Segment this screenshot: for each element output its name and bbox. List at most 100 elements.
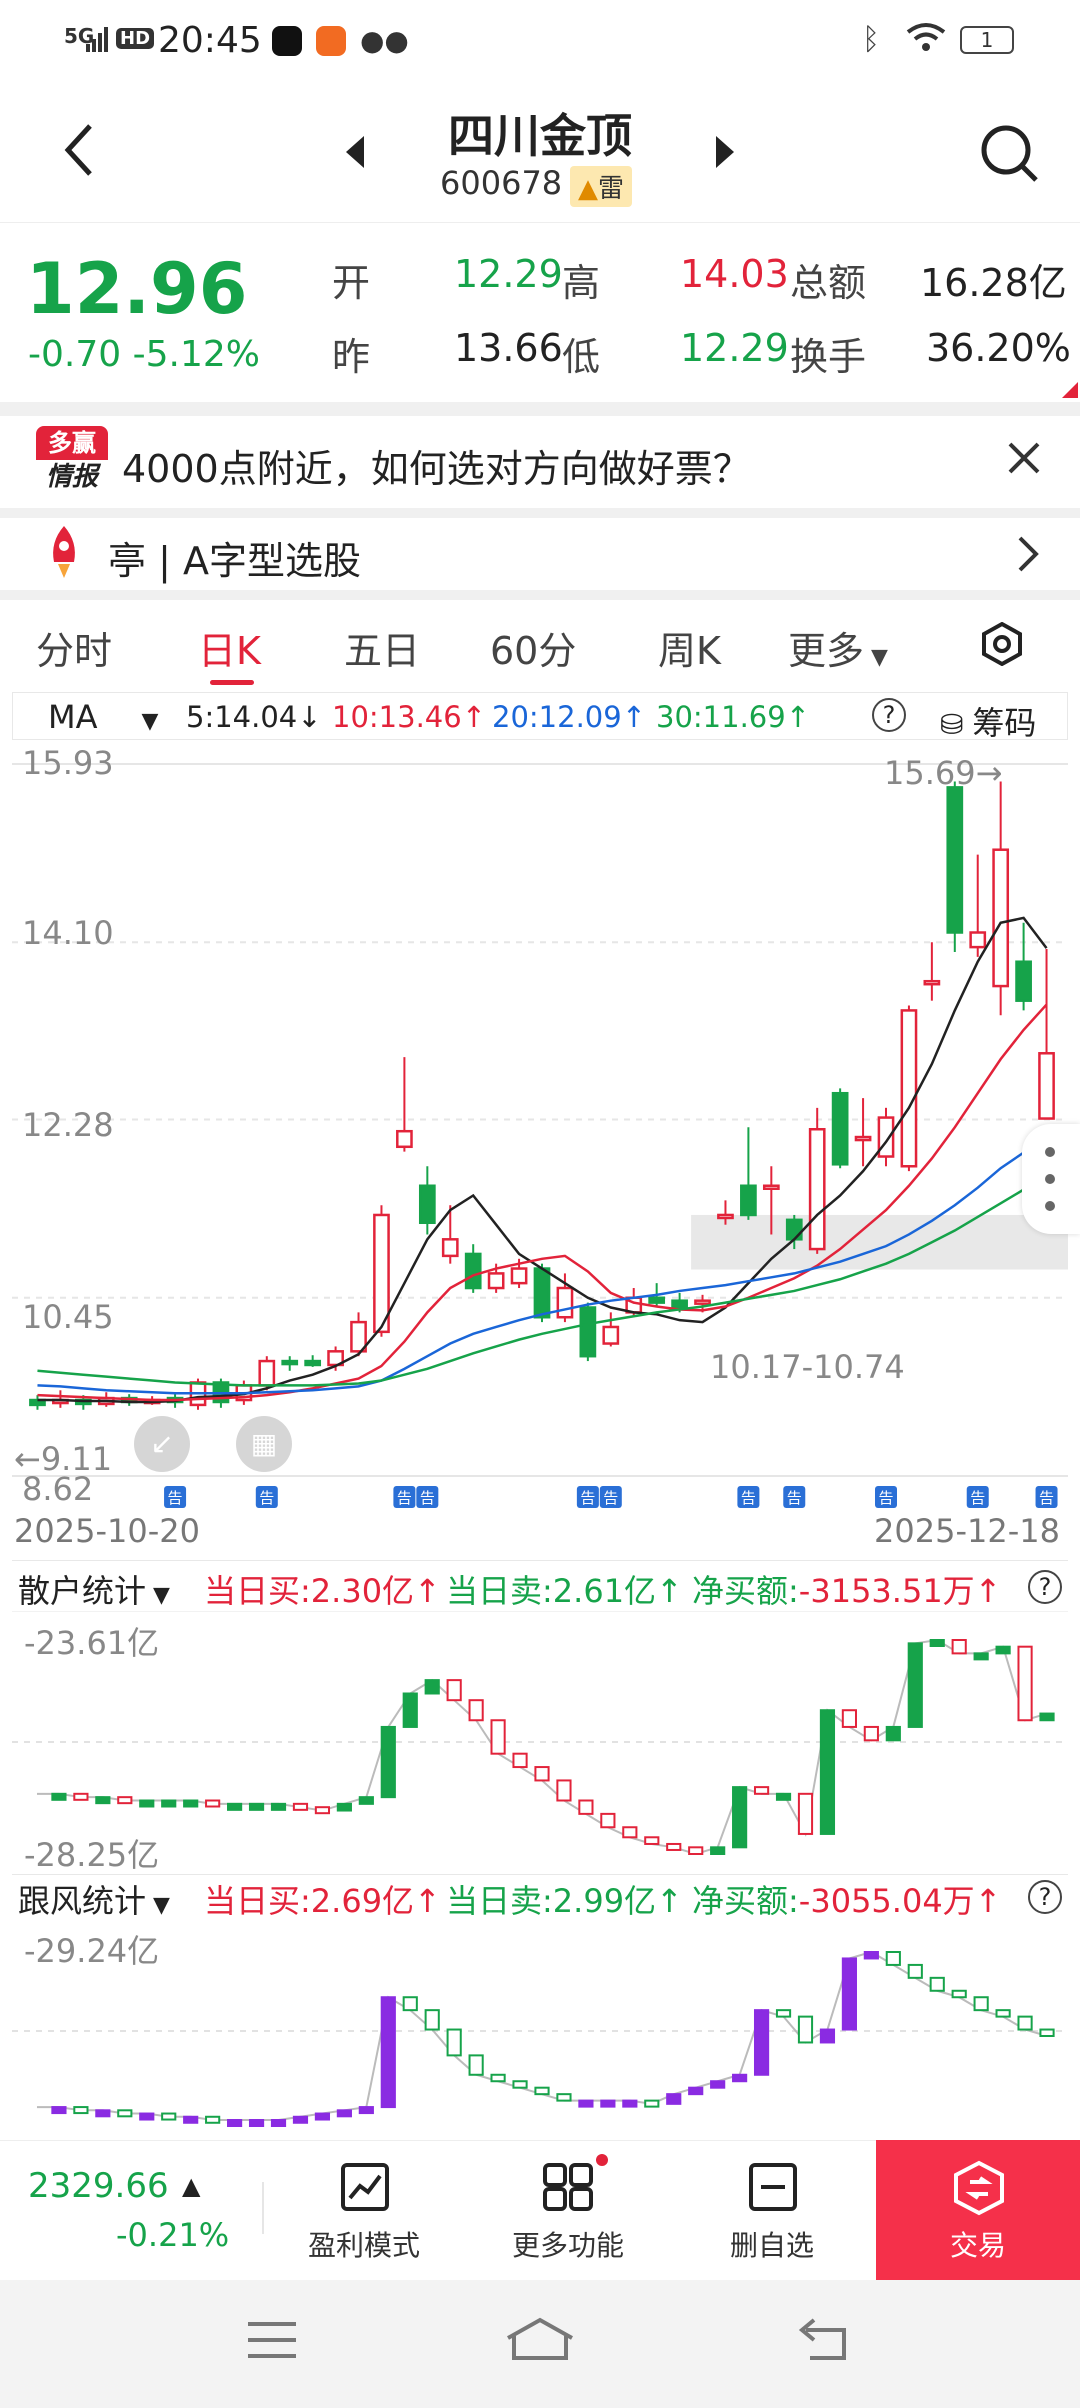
next-stock-icon[interactable] <box>712 134 736 174</box>
y-tick-4: 10.45 <box>22 1298 114 1336</box>
candle-body <box>373 1213 390 1334</box>
help-icon[interactable]: ? <box>1028 1570 1062 1604</box>
risk-badge[interactable]: ▲雷 <box>570 166 633 207</box>
retail-sell: 当日卖:2.61亿↑ <box>446 1566 683 1612</box>
separator <box>0 508 1080 518</box>
more-features-button[interactable]: 更多功能 <box>478 2154 658 2264</box>
up-arrow-icon: ▲ <box>182 2172 201 2200</box>
tab-timeshare[interactable]: 分时 <box>36 620 112 675</box>
stat-bar <box>424 1679 440 1695</box>
stat-bar <box>248 1802 265 1811</box>
stat-bar <box>578 1799 594 1815</box>
app-icon-1 <box>272 26 302 56</box>
help-icon[interactable]: ? <box>872 698 906 732</box>
ma10-legend: 10:13.46↑ <box>332 700 486 734</box>
battery-icon: 1 <box>960 26 1014 54</box>
retail-net-label: 净买额: <box>692 1572 799 1610</box>
database-icon: ⛁ <box>940 708 973 741</box>
stat-bar <box>644 1836 660 1845</box>
grid-apps-icon <box>542 2162 596 2216</box>
announcement-label: 告 <box>1039 1489 1054 1507</box>
candle-body <box>831 1091 849 1166</box>
chevron-right-icon[interactable] <box>1016 534 1040 578</box>
candle-body <box>510 1267 528 1285</box>
stat-bar <box>775 1792 792 1801</box>
announcement-label: 告 <box>397 1489 412 1507</box>
tab-60-min[interactable]: 60分 <box>490 620 576 675</box>
help-icon[interactable]: ? <box>1028 1880 1062 1914</box>
open-value: 12.29 <box>454 252 563 296</box>
indicator-label: MA <box>48 698 98 736</box>
stat-bar <box>336 1802 352 1812</box>
stat-line <box>36 1638 1048 1856</box>
stat-bar <box>227 2119 243 2127</box>
price-change: -0.70 -5.12% <box>28 334 260 375</box>
stat-bar <box>292 1802 309 1811</box>
news-banner[interactable]: 多赢 情报 4000点附近，如何选对方向做好票？ <box>0 416 1080 508</box>
candle-body <box>808 1128 826 1251</box>
stat-bar <box>819 1709 836 1835</box>
candle-body <box>487 1272 505 1290</box>
tab-five-day[interactable]: 五日 <box>344 620 420 675</box>
ma5-legend: 5:14.04↓ <box>186 700 322 734</box>
candle-body <box>694 1299 711 1305</box>
candle-body <box>785 1218 803 1241</box>
follow-title[interactable]: 跟风统计 ▼ <box>18 1876 170 1922</box>
wifi-icon <box>906 20 946 58</box>
stat-bar <box>490 2073 506 2083</box>
stat-bar <box>51 1792 67 1801</box>
retail-title[interactable]: 散户统计 ▼ <box>18 1566 170 1612</box>
stat-bar <box>402 1996 418 2012</box>
support-zone <box>691 1214 1068 1270</box>
candle-body <box>762 1184 780 1190</box>
announcement-label: 告 <box>603 1489 618 1507</box>
tab-weekly-k[interactable]: 周K <box>658 620 721 675</box>
stat-bar <box>205 1799 221 1808</box>
candle-body <box>304 1359 322 1367</box>
indicator-select[interactable]: MA ▼ <box>48 698 158 736</box>
stat-bar <box>1017 2015 1033 2031</box>
profit-mode-button[interactable]: 盈利模式 <box>274 2154 454 2264</box>
stat-bar <box>139 2112 155 2121</box>
index-value[interactable]: 2329.66 <box>28 2166 169 2206</box>
stat-bar <box>1017 1645 1033 1722</box>
trade-label: 交易 <box>949 2229 1006 2262</box>
back-arrow-overlay-icon[interactable]: ↙ <box>134 1416 190 1472</box>
tab-daily-k[interactable]: 日K <box>198 620 261 675</box>
retail-bottom-value: -28.25亿 <box>24 1836 160 1874</box>
menu-icon[interactable] <box>246 2320 298 2364</box>
chips-button[interactable]: ⛁ 筹码 <box>940 698 1036 744</box>
stat-bar <box>622 2099 638 2108</box>
stat-bar <box>666 2093 682 2105</box>
search-icon[interactable] <box>980 124 1040 188</box>
grid-overlay-icon[interactable]: ▦ <box>236 1416 292 1472</box>
tab-more[interactable]: 更多 ▼ <box>788 620 888 675</box>
stat-bar <box>995 2009 1011 2018</box>
more-features-label: 更多功能 <box>511 2229 624 2262</box>
candle-body <box>923 979 941 986</box>
remove-watchlist-button[interactable]: 删自选 <box>682 2154 862 2264</box>
candle-body <box>717 1213 734 1220</box>
warning-icon: ▲ <box>578 174 598 204</box>
stat-bar <box>73 1792 89 1801</box>
back-nav-icon[interactable] <box>796 2318 852 2366</box>
settings-icon[interactable] <box>980 621 1024 670</box>
trade-button[interactable]: 交易 <box>876 2140 1080 2280</box>
stat-bar <box>161 1799 177 1808</box>
home-icon[interactable] <box>504 2316 576 2366</box>
stat-bar <box>534 2086 550 2096</box>
hd-icon: HD <box>116 28 155 49</box>
stat-bar <box>863 1951 879 1960</box>
floating-handle-icon[interactable] <box>1022 1124 1080 1234</box>
high-value: 14.03 <box>680 252 789 296</box>
retail-buy-label: 当日买: <box>204 1572 311 1610</box>
candlestick-chart[interactable]: 告告告告告告告告告告告 <box>12 742 1068 1512</box>
strategy-ticker[interactable]: 亭 | A字型选股 <box>0 518 1080 590</box>
trade-icon <box>952 2160 1006 2220</box>
close-icon[interactable] <box>1006 440 1042 480</box>
stat-bar <box>885 1725 901 1742</box>
announcement-label: 告 <box>168 1489 183 1507</box>
announcement-label: 告 <box>259 1489 274 1507</box>
retail-net: 净买额:-3153.51万↑ <box>692 1566 1022 1612</box>
stat-bar <box>841 1957 857 2031</box>
